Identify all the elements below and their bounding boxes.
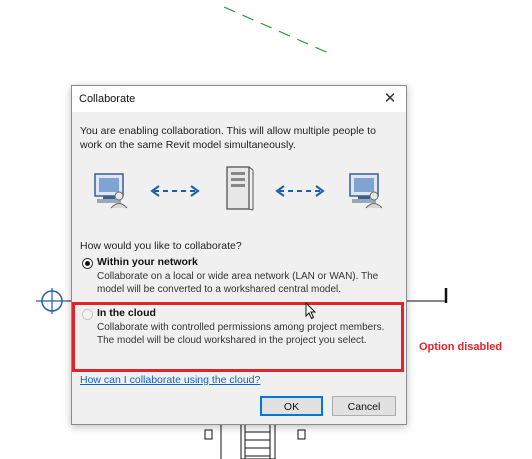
mouse-cursor-icon (305, 302, 317, 320)
collaboration-illustration (94, 166, 383, 211)
dialog-title: Collaborate (79, 93, 136, 105)
option-title: In the cloud (97, 307, 156, 319)
stair-element (204, 423, 306, 459)
intro-text: You are enabling collaboration. This wil… (80, 125, 376, 151)
server-icon (226, 166, 254, 211)
cloud-help-link[interactable]: How can I collaborate using the cloud? (80, 374, 260, 386)
ok-button[interactable]: OK (260, 396, 323, 416)
double-dashed-arrow-icon (275, 185, 325, 197)
level-marker-icon[interactable] (36, 288, 68, 314)
cancel-button[interactable]: Cancel (332, 396, 396, 416)
collaborate-question: How would you like to collaborate? (80, 240, 242, 252)
computer-user-icon (94, 173, 128, 209)
collaborate-dialog: Collaborate ✕ You are enabling collabora… (71, 85, 407, 425)
computer-user-icon (349, 173, 383, 209)
option-description: Collaborate on a local or wide area netw… (97, 271, 379, 295)
close-button[interactable]: ✕ (378, 88, 402, 110)
option-description: Collaborate with controlled permissions … (97, 322, 385, 346)
dashed-line (223, 6, 334, 56)
dialog-titlebar[interactable]: Collaborate ✕ (72, 86, 406, 112)
option-disabled-annotation: Option disabled (419, 341, 503, 353)
radio-in-the-cloud (82, 309, 93, 320)
double-dashed-arrow-icon (150, 185, 200, 197)
option-title: Within your network (97, 256, 198, 268)
radio-within-network[interactable] (82, 258, 93, 269)
